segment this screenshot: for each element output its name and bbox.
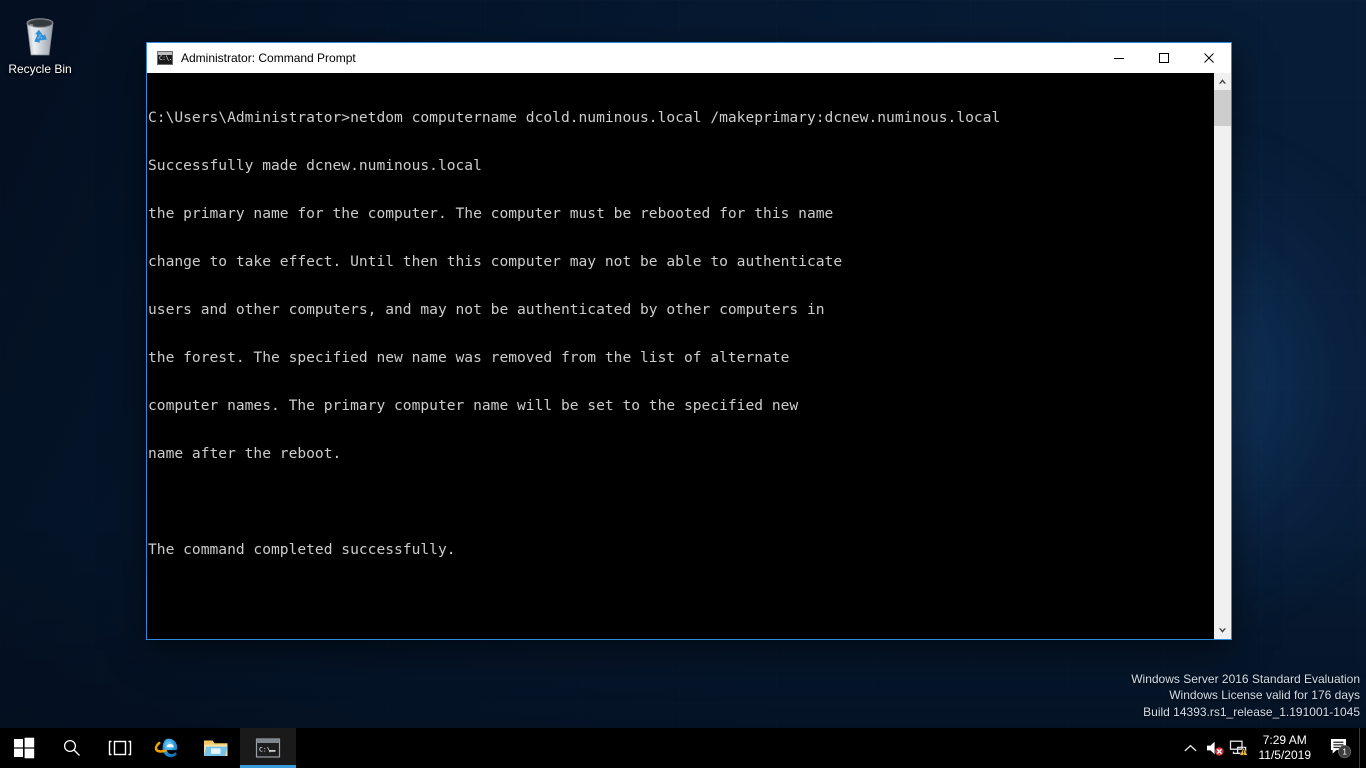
- network-warning-icon: [1229, 740, 1248, 756]
- show-hidden-icons-button[interactable]: [1179, 728, 1203, 768]
- console-line: computer names. The primary computer nam…: [148, 397, 799, 414]
- window-titlebar[interactable]: C:\. Administrator: Command Prompt: [147, 43, 1231, 73]
- chevron-up-icon: [1184, 744, 1197, 751]
- start-button[interactable]: [0, 728, 48, 768]
- watermark-line-edition: Windows Server 2016 Standard Evaluation: [1131, 671, 1360, 686]
- clock-date: 11/5/2019: [1258, 748, 1312, 762]
- search-button[interactable]: [48, 728, 96, 768]
- console-line: name after the reboot.: [148, 445, 342, 462]
- console-scrollbar[interactable]: [1213, 73, 1231, 639]
- scroll-up-arrow-icon[interactable]: [1214, 73, 1231, 90]
- icon-prompt-text: C:\.: [159, 55, 173, 62]
- volume-muted-icon: [1206, 741, 1224, 756]
- console-line: the primary name for the computer. The c…: [148, 205, 834, 222]
- console-line: C:\Users\Administrator>netdom computerna…: [148, 109, 1001, 126]
- scrollbar-thumb[interactable]: [1214, 90, 1231, 126]
- console-line: The command completed successfully.: [148, 541, 456, 558]
- console-line: Successfully made dcnew.numinous.local: [148, 157, 482, 174]
- action-center-icon: 1: [1331, 739, 1352, 759]
- taskbar-empty-area[interactable]: [296, 728, 1179, 768]
- recycle-bin-icon: [4, 8, 76, 58]
- taskbar[interactable]: C:\ 7:29 AM 11/5/2019 1: [0, 728, 1366, 768]
- taskbar-item-command-prompt[interactable]: C:\: [240, 728, 296, 768]
- command-prompt-icon: C:\: [255, 738, 281, 758]
- task-view-icon: [108, 740, 132, 756]
- console-output[interactable]: C:\Users\Administrator>netdom computerna…: [147, 73, 1213, 639]
- watermark-line-license: Windows License valid for 176 days: [1169, 688, 1360, 702]
- command-prompt-window[interactable]: C:\. Administrator: Command Prompt C:\Us…: [146, 42, 1232, 640]
- task-view-button[interactable]: [96, 728, 144, 768]
- desktop-icon-recycle-bin[interactable]: Recycle Bin: [4, 8, 76, 76]
- maximize-button[interactable]: [1141, 43, 1186, 73]
- window-title: Administrator: Command Prompt: [181, 51, 356, 65]
- watermark-line-build: Build 14393.rs1_release_1.191001-1045: [1143, 704, 1360, 719]
- svg-text:C:\: C:\: [259, 746, 271, 754]
- window-controls[interactable]: [1096, 43, 1231, 73]
- clock-time: 7:29 AM: [1262, 733, 1307, 747]
- minimize-button[interactable]: [1096, 43, 1141, 73]
- taskbar-item-internet-explorer[interactable]: [144, 728, 192, 768]
- scroll-down-arrow-icon[interactable]: [1214, 622, 1231, 639]
- internet-explorer-icon: [154, 738, 178, 758]
- taskbar-clock[interactable]: 7:29 AM 11/5/2019: [1251, 728, 1324, 768]
- network-warning-button[interactable]: [1227, 728, 1251, 768]
- console-body[interactable]: C:\Users\Administrator>netdom computerna…: [147, 73, 1231, 639]
- desktop-icon-label: Recycle Bin: [8, 62, 72, 76]
- console-line: change to take effect. Until then this c…: [148, 253, 843, 270]
- license-watermark: Windows Server 2016 Standard Evaluation …: [1131, 671, 1360, 721]
- search-icon: [63, 739, 80, 756]
- console-line: users and other computers, and may not b…: [148, 301, 825, 318]
- taskbar-item-file-explorer[interactable]: [192, 728, 240, 768]
- volume-muted-button[interactable]: [1203, 728, 1227, 768]
- close-button[interactable]: [1186, 43, 1231, 73]
- file-explorer-icon: [204, 740, 228, 756]
- command-prompt-icon: C:\.: [157, 51, 173, 65]
- show-desktop-button[interactable]: [1359, 728, 1366, 768]
- system-tray[interactable]: 7:29 AM 11/5/2019 1: [1179, 728, 1366, 768]
- action-center-button[interactable]: 1: [1323, 728, 1359, 768]
- scrollbar-track[interactable]: [1214, 90, 1231, 622]
- action-center-badge-count: 1: [1342, 747, 1347, 757]
- console-line: the forest. The specified new name was r…: [148, 349, 790, 366]
- windows-logo-icon: [14, 737, 35, 759]
